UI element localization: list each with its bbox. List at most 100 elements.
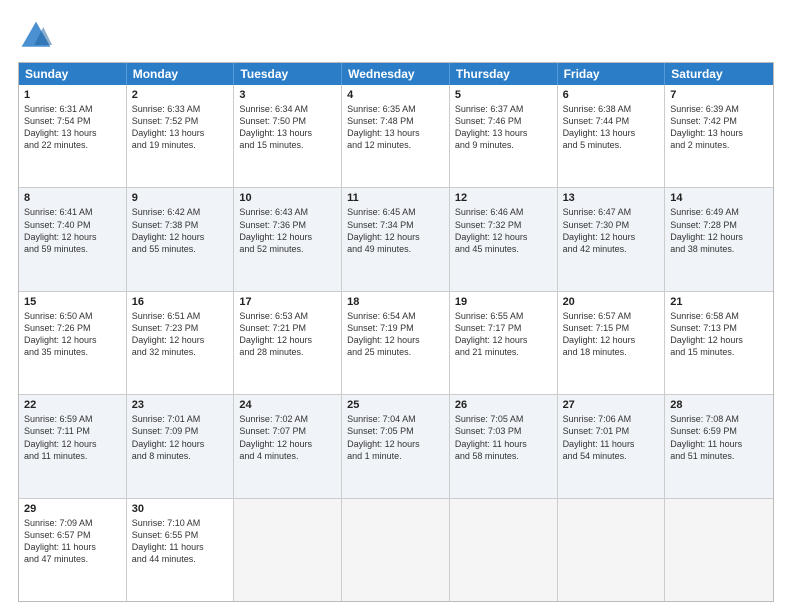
table-row: 8Sunrise: 6:41 AM Sunset: 7:40 PM Daylig…	[19, 188, 127, 290]
table-row: 17 Sunrise: 6:53 AM Sunset: 7:21 PM Dayli…	[234, 292, 342, 394]
day-number: 27	[563, 399, 660, 411]
day-info: Sunrise: 7:10 AM Sunset: 6:55 PM Dayligh…	[132, 517, 229, 566]
table-row: 12 Sunrise: 6:46 AM Sunset: 7:32 PM Dayli…	[450, 188, 558, 290]
page: Sunday Monday Tuesday Wednesday Thursday…	[0, 0, 792, 612]
table-row: 16 Sunrise: 6:51 AM Sunset: 7:23 PM Dayli…	[127, 292, 235, 394]
day-number: 28	[670, 399, 768, 411]
table-row: 29Sunrise: 7:09 AM Sunset: 6:57 PM Dayli…	[19, 499, 127, 601]
table-row: 2 Sunrise: 6:33 AM Sunset: 7:52 PM Daylig…	[127, 85, 235, 187]
day-number: 19	[455, 296, 552, 308]
day-number: 9	[132, 192, 229, 204]
table-row: 10 Sunrise: 6:43 AM Sunset: 7:36 PM Dayli…	[234, 188, 342, 290]
table-row: 23Sunrise: 7:01 AM Sunset: 7:09 PM Dayli…	[127, 395, 235, 497]
table-row: 21 Sunrise: 6:58 AM Sunset: 7:13 PM Dayli…	[665, 292, 773, 394]
day-number: 17	[239, 296, 336, 308]
day-number: 3	[239, 89, 336, 101]
table-row: 4Sunrise: 6:35 AM Sunset: 7:48 PM Daylig…	[342, 85, 450, 187]
day-info: Sunrise: 6:38 AM Sunset: 7:44 PM Dayligh…	[563, 103, 660, 152]
table-row: 7Sunrise: 6:39 AM Sunset: 7:42 PM Daylig…	[665, 85, 773, 187]
table-row: 19 Sunrise: 6:55 AM Sunset: 7:17 PM Dayli…	[450, 292, 558, 394]
day-info: Sunrise: 6:51 AM Sunset: 7:23 PM Dayligh…	[132, 310, 229, 359]
table-row: 26 Sunrise: 7:05 AM Sunset: 7:03 PM Dayli…	[450, 395, 558, 497]
table-row: 30 Sunrise: 7:10 AM Sunset: 6:55 PM Dayli…	[127, 499, 235, 601]
day-number: 22	[24, 399, 121, 411]
day-number: 18	[347, 296, 444, 308]
day-number: 25	[347, 399, 444, 411]
calendar-body: 1Sunrise: 6:31 AM Sunset: 7:54 PM Daylig…	[19, 85, 773, 601]
table-row: 6Sunrise: 6:38 AM Sunset: 7:44 PM Daylig…	[558, 85, 666, 187]
table-row: 1Sunrise: 6:31 AM Sunset: 7:54 PM Daylig…	[19, 85, 127, 187]
table-row: 3 Sunrise: 6:34 AM Sunset: 7:50 PM Daylig…	[234, 85, 342, 187]
logo-icon	[18, 18, 54, 54]
day-number: 15	[24, 296, 121, 308]
day-info: Sunrise: 6:46 AM Sunset: 7:32 PM Dayligh…	[455, 206, 552, 255]
header-monday: Monday	[127, 63, 235, 85]
day-info: Sunrise: 7:06 AM Sunset: 7:01 PM Dayligh…	[563, 413, 660, 462]
day-number: 21	[670, 296, 768, 308]
table-row: 9 Sunrise: 6:42 AM Sunset: 7:38 PM Daylig…	[127, 188, 235, 290]
day-info: Sunrise: 6:59 AM Sunset: 7:11 PM Dayligh…	[24, 413, 121, 462]
day-info: Sunrise: 6:54 AM Sunset: 7:19 PM Dayligh…	[347, 310, 444, 359]
day-info: Sunrise: 6:50 AM Sunset: 7:26 PM Dayligh…	[24, 310, 121, 359]
day-number: 11	[347, 192, 444, 204]
day-info: Sunrise: 6:49 AM Sunset: 7:28 PM Dayligh…	[670, 206, 768, 255]
day-number: 26	[455, 399, 552, 411]
day-info: Sunrise: 6:45 AM Sunset: 7:34 PM Dayligh…	[347, 206, 444, 255]
table-row: 15 Sunrise: 6:50 AM Sunset: 7:26 PM Dayli…	[19, 292, 127, 394]
day-info: Sunrise: 6:41 AM Sunset: 7:40 PM Dayligh…	[24, 206, 121, 255]
day-number: 10	[239, 192, 336, 204]
day-info: Sunrise: 7:04 AM Sunset: 7:05 PM Dayligh…	[347, 413, 444, 462]
table-row: 27 Sunrise: 7:06 AM Sunset: 7:01 PM Dayli…	[558, 395, 666, 497]
table-row: 18 Sunrise: 6:54 AM Sunset: 7:19 PM Dayli…	[342, 292, 450, 394]
day-number: 4	[347, 89, 444, 101]
day-number: 30	[132, 503, 229, 515]
table-row: 24 Sunrise: 7:02 AM Sunset: 7:07 PM Dayli…	[234, 395, 342, 497]
day-info: Sunrise: 6:47 AM Sunset: 7:30 PM Dayligh…	[563, 206, 660, 255]
table-row: 5 Sunrise: 6:37 AM Sunset: 7:46 PM Daylig…	[450, 85, 558, 187]
day-number: 23	[132, 399, 229, 411]
day-number: 29	[24, 503, 121, 515]
table-row	[450, 499, 558, 601]
table-row: 11 Sunrise: 6:45 AM Sunset: 7:34 PM Dayli…	[342, 188, 450, 290]
calendar: Sunday Monday Tuesday Wednesday Thursday…	[18, 62, 774, 602]
calendar-week-1: 1Sunrise: 6:31 AM Sunset: 7:54 PM Daylig…	[19, 85, 773, 188]
calendar-week-2: 8Sunrise: 6:41 AM Sunset: 7:40 PM Daylig…	[19, 188, 773, 291]
day-number: 16	[132, 296, 229, 308]
table-row	[558, 499, 666, 601]
day-number: 5	[455, 89, 552, 101]
day-info: Sunrise: 6:34 AM Sunset: 7:50 PM Dayligh…	[239, 103, 336, 152]
table-row: 22 Sunrise: 6:59 AM Sunset: 7:11 PM Dayli…	[19, 395, 127, 497]
day-info: Sunrise: 7:05 AM Sunset: 7:03 PM Dayligh…	[455, 413, 552, 462]
calendar-week-3: 15 Sunrise: 6:50 AM Sunset: 7:26 PM Dayli…	[19, 292, 773, 395]
day-info: Sunrise: 7:02 AM Sunset: 7:07 PM Dayligh…	[239, 413, 336, 462]
day-info: Sunrise: 6:55 AM Sunset: 7:17 PM Dayligh…	[455, 310, 552, 359]
day-info: Sunrise: 7:08 AM Sunset: 6:59 PM Dayligh…	[670, 413, 768, 462]
day-number: 2	[132, 89, 229, 101]
day-info: Sunrise: 6:58 AM Sunset: 7:13 PM Dayligh…	[670, 310, 768, 359]
calendar-week-4: 22 Sunrise: 6:59 AM Sunset: 7:11 PM Dayli…	[19, 395, 773, 498]
day-info: Sunrise: 6:42 AM Sunset: 7:38 PM Dayligh…	[132, 206, 229, 255]
day-info: Sunrise: 6:33 AM Sunset: 7:52 PM Dayligh…	[132, 103, 229, 152]
day-info: Sunrise: 6:39 AM Sunset: 7:42 PM Dayligh…	[670, 103, 768, 152]
day-number: 20	[563, 296, 660, 308]
day-number: 24	[239, 399, 336, 411]
table-row: 20 Sunrise: 6:57 AM Sunset: 7:15 PM Dayli…	[558, 292, 666, 394]
day-number: 14	[670, 192, 768, 204]
day-info: Sunrise: 6:57 AM Sunset: 7:15 PM Dayligh…	[563, 310, 660, 359]
table-row: 14 Sunrise: 6:49 AM Sunset: 7:28 PM Dayli…	[665, 188, 773, 290]
table-row	[234, 499, 342, 601]
header-tuesday: Tuesday	[234, 63, 342, 85]
table-row	[665, 499, 773, 601]
day-number: 1	[24, 89, 121, 101]
day-number: 12	[455, 192, 552, 204]
header-thursday: Thursday	[450, 63, 558, 85]
day-info: Sunrise: 6:37 AM Sunset: 7:46 PM Dayligh…	[455, 103, 552, 152]
header	[18, 18, 774, 54]
header-friday: Friday	[558, 63, 666, 85]
table-row: 13 Sunrise: 6:47 AM Sunset: 7:30 PM Dayli…	[558, 188, 666, 290]
logo	[18, 18, 58, 54]
day-number: 13	[563, 192, 660, 204]
table-row	[342, 499, 450, 601]
day-info: Sunrise: 6:53 AM Sunset: 7:21 PM Dayligh…	[239, 310, 336, 359]
day-info: Sunrise: 6:43 AM Sunset: 7:36 PM Dayligh…	[239, 206, 336, 255]
